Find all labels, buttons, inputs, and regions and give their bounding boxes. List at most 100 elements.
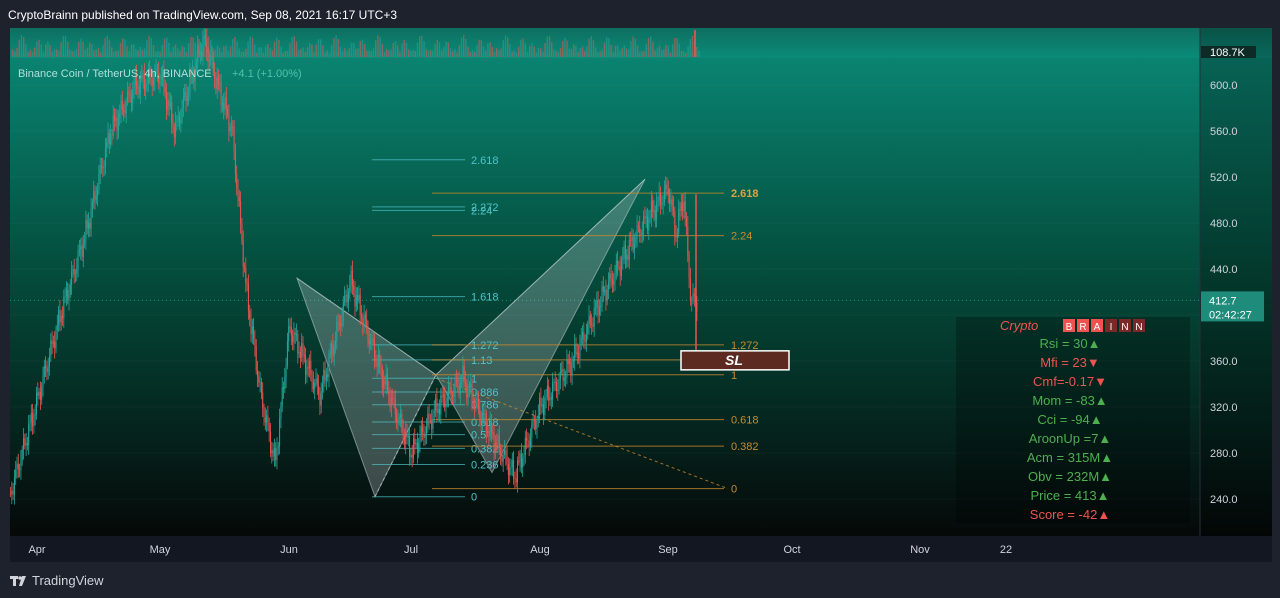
y-tick-label: 360.0 [1210, 356, 1238, 368]
candle-body [596, 299, 598, 308]
candle-body [117, 117, 119, 131]
candle-body [24, 438, 26, 446]
candle-body [346, 294, 348, 303]
volume-bar [520, 40, 522, 57]
candle-body [678, 209, 680, 234]
candle-body [270, 431, 271, 454]
candle-body [420, 426, 422, 436]
volume-bar [397, 45, 399, 57]
candle-body [479, 408, 481, 417]
volume-bar [179, 51, 181, 57]
candle-body [338, 322, 340, 324]
candle-body [605, 289, 607, 301]
volume-bar [25, 44, 27, 57]
volume-bar [97, 47, 100, 57]
candle-body [168, 99, 170, 106]
candle-body [171, 102, 173, 124]
volume-bar [326, 50, 328, 57]
volume-bar [436, 40, 438, 57]
candle-body [164, 86, 166, 93]
fib-left-label: 1.13 [471, 355, 492, 367]
volume-bar [647, 37, 650, 57]
candle-body [45, 365, 47, 369]
candle-body [16, 463, 18, 470]
candle-body [91, 202, 93, 209]
candle-body [537, 414, 539, 420]
candle-body [240, 201, 242, 224]
volume-bar [586, 46, 588, 57]
volume-bar [27, 52, 29, 57]
candle-body [640, 233, 642, 235]
volume-bar [570, 48, 573, 57]
candle-body [306, 367, 308, 375]
candle-body [277, 446, 279, 448]
volume-bar [584, 51, 586, 57]
candle-body [153, 80, 154, 87]
volume-bar [375, 40, 377, 57]
volume-bar [392, 43, 394, 57]
candle-body [314, 382, 316, 389]
y-tick-label: 520.0 [1210, 172, 1238, 184]
candle-body [383, 380, 385, 388]
volume-bar [170, 51, 172, 57]
y-tick-label: 560.0 [1210, 126, 1238, 138]
candle-body [446, 397, 448, 403]
volume-bar [346, 51, 348, 57]
symbol-legend[interactable]: Binance Coin / TetherUS, 4h, BINANCE [18, 68, 212, 80]
candle-body [552, 382, 554, 400]
candle-body [543, 404, 544, 416]
volume-bar [45, 44, 47, 57]
candle-body [583, 332, 585, 340]
volume-bar [223, 46, 225, 57]
candle-body [342, 302, 344, 317]
candle-body [86, 220, 88, 229]
volume-bar [476, 44, 478, 57]
candle-body [600, 306, 602, 308]
candle-body [475, 398, 477, 407]
volume-bar [251, 37, 254, 57]
volume-bar [630, 41, 632, 57]
volume-bar [236, 41, 238, 57]
candle-body [468, 385, 470, 388]
candle-body [658, 192, 660, 201]
candle-body [639, 226, 641, 234]
candle-body [198, 45, 200, 55]
candle-body [207, 52, 209, 62]
candle-body [327, 374, 329, 377]
candle-body [536, 419, 538, 430]
volume-bar [456, 52, 458, 57]
volume-bar [610, 44, 612, 57]
candle-body [108, 132, 110, 145]
candle-body [544, 397, 546, 416]
candle-body [622, 257, 624, 260]
candle-body [130, 96, 132, 103]
indicator-row: Score = -42▲ [1030, 507, 1110, 522]
candle-body [84, 239, 86, 244]
candle-body [197, 45, 199, 64]
candle-body [431, 419, 433, 429]
volume-bar [177, 48, 179, 57]
candle-body [263, 407, 265, 418]
volume-bar [163, 38, 166, 57]
volume-bar [306, 47, 309, 57]
candle-body [237, 187, 239, 198]
candle-body [372, 338, 374, 342]
volume-bar [282, 52, 284, 57]
volume-bar [458, 45, 460, 57]
volume-bar [333, 38, 335, 57]
candle-body [101, 165, 102, 168]
volume-bar [298, 50, 300, 57]
candle-body [340, 322, 342, 327]
volume-bar [227, 50, 229, 57]
candle-body [260, 382, 262, 393]
candle-body [567, 359, 569, 365]
candle-body [689, 278, 691, 302]
tradingview-logo[interactable]: TradingView [10, 573, 104, 588]
volume-bar [361, 39, 364, 57]
candle-body [323, 369, 325, 384]
y-tick-label: 280.0 [1210, 448, 1238, 460]
candle-body [498, 435, 500, 449]
volume-bar [416, 42, 419, 57]
volume-bar [625, 48, 628, 57]
candle-body [90, 208, 92, 229]
